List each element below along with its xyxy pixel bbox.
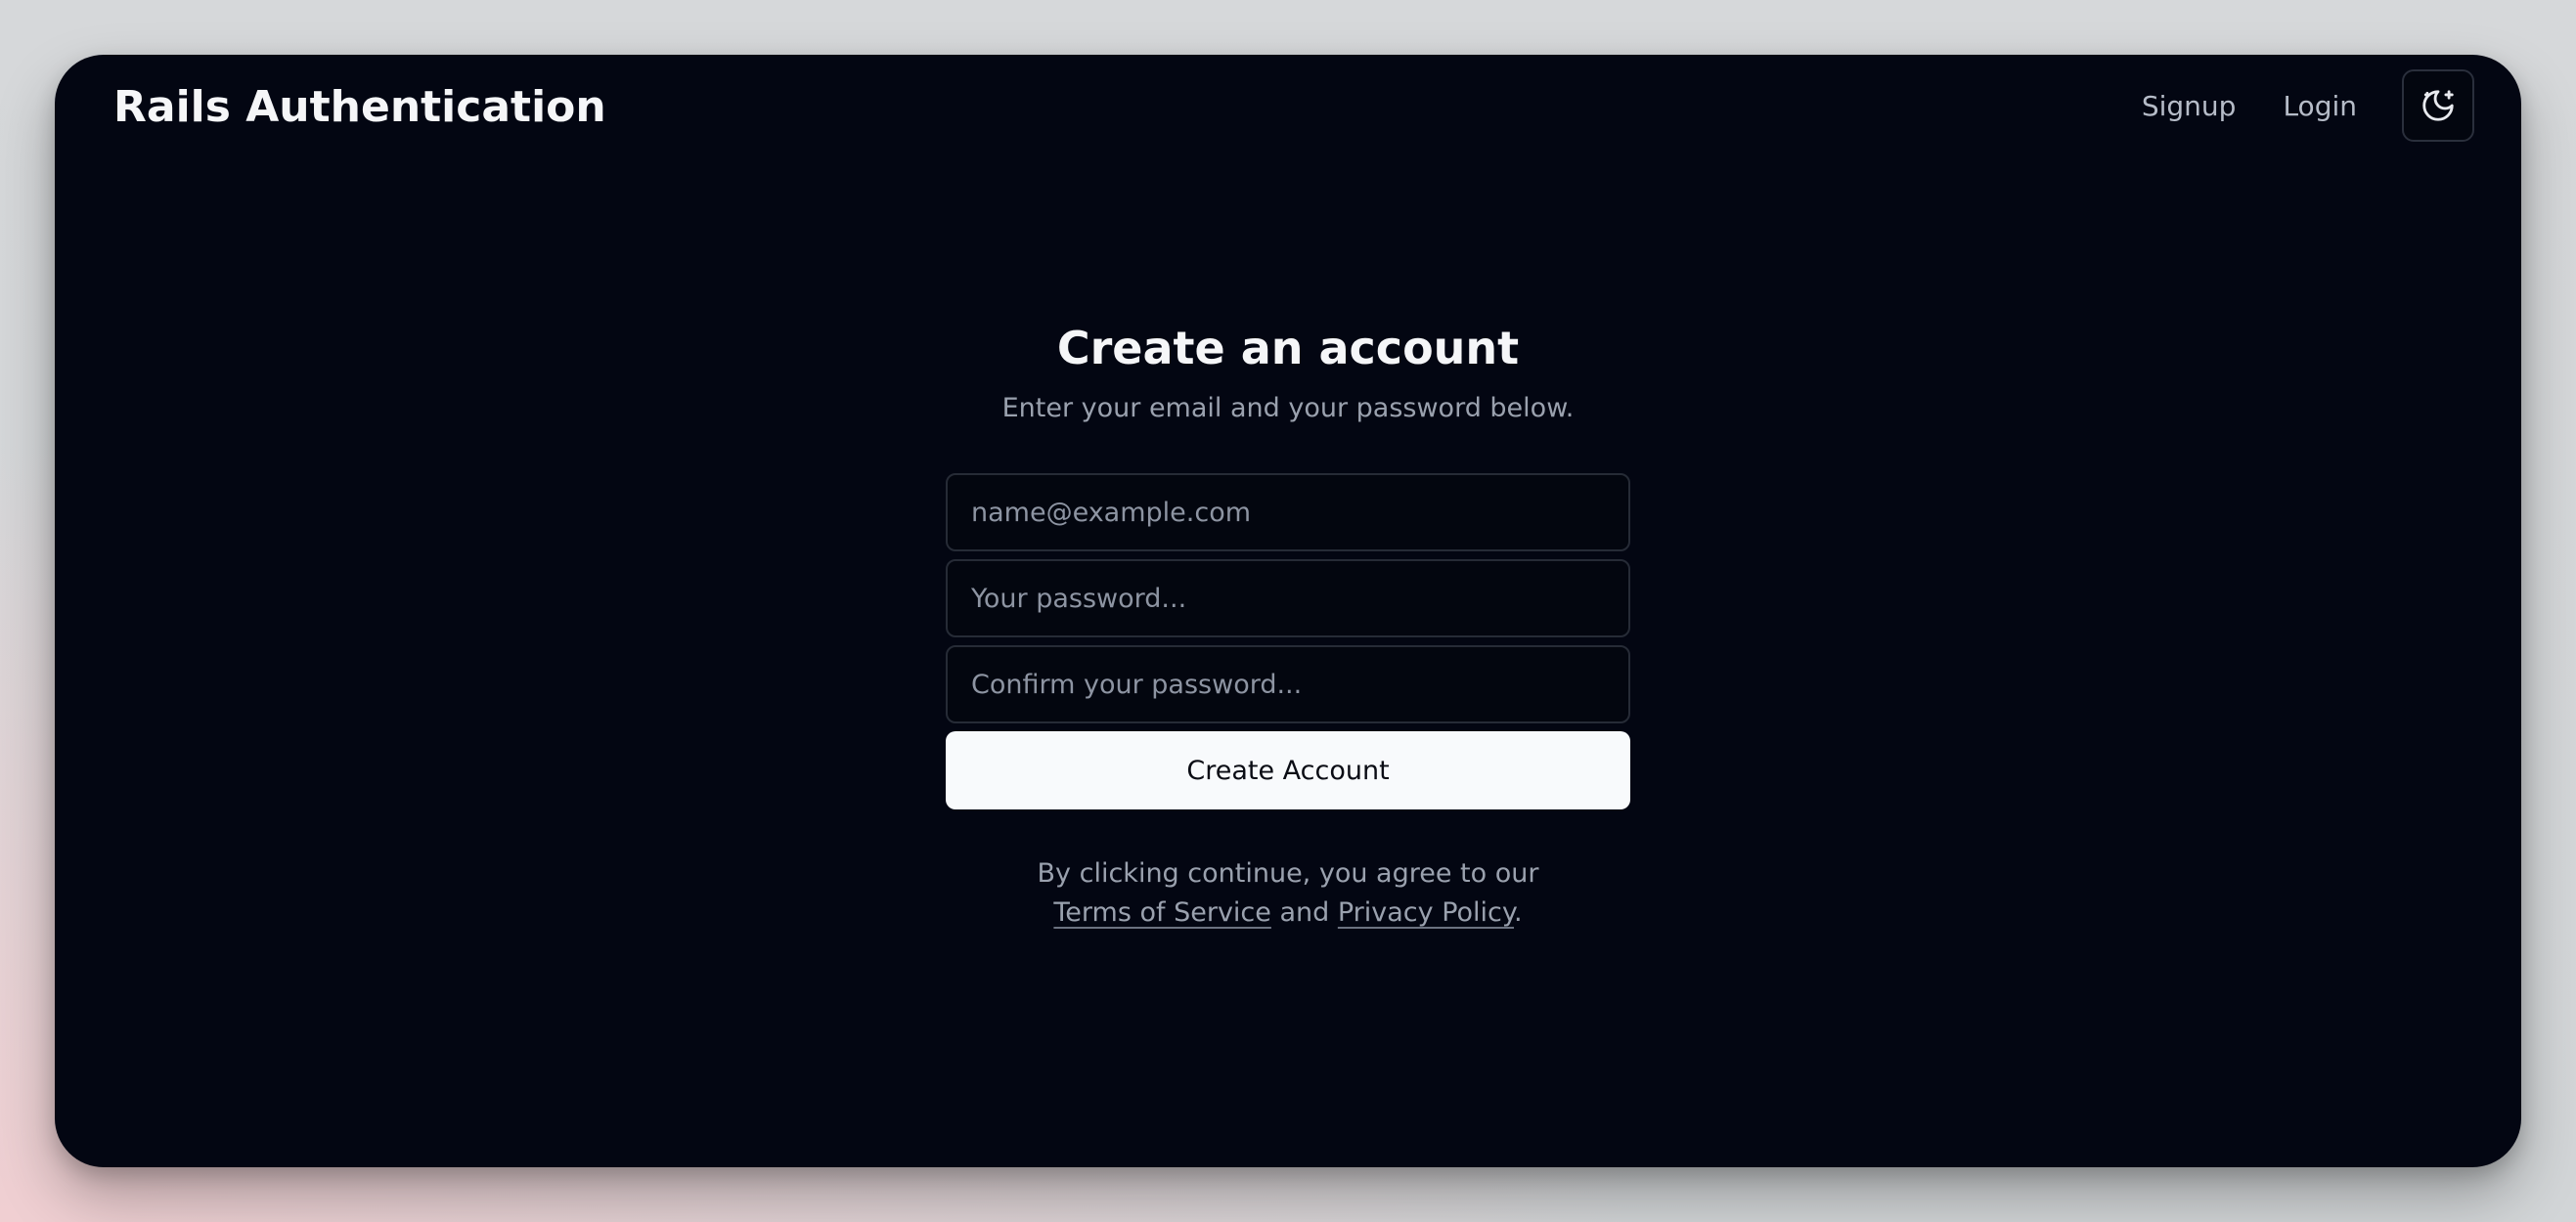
signup-link[interactable]: Signup (2142, 90, 2237, 122)
signup-section: Create an account Enter your email and y… (55, 317, 2521, 959)
page-title: Create an account (1056, 322, 1520, 374)
page-subtitle: Enter your email and your password below… (1001, 393, 1575, 423)
brand-title[interactable]: Rails Authentication (113, 76, 606, 139)
legal-notice: By clicking continue, you agree to our T… (995, 854, 1581, 933)
legal-suffix: . (1514, 897, 1523, 928)
login-link[interactable]: Login (2283, 90, 2357, 122)
terms-of-service-link[interactable]: Terms of Service (1053, 897, 1271, 928)
signup-form: Create Account (946, 473, 1630, 809)
privacy-policy-link[interactable]: Privacy Policy (1338, 897, 1514, 928)
theme-toggle-button[interactable] (2402, 69, 2474, 142)
legal-prefix: By clicking continue, you agree to our (1037, 858, 1539, 889)
password-field[interactable] (946, 559, 1630, 637)
legal-and: and (1270, 897, 1338, 928)
email-field[interactable] (946, 473, 1630, 551)
moon-stars-icon (2422, 90, 2454, 121)
create-account-button[interactable]: Create Account (946, 731, 1630, 809)
app-window: Rails Authentication Signup Login Create… (55, 55, 2521, 1167)
top-nav: Signup Login (2142, 68, 2474, 143)
confirm-password-field[interactable] (946, 645, 1630, 723)
